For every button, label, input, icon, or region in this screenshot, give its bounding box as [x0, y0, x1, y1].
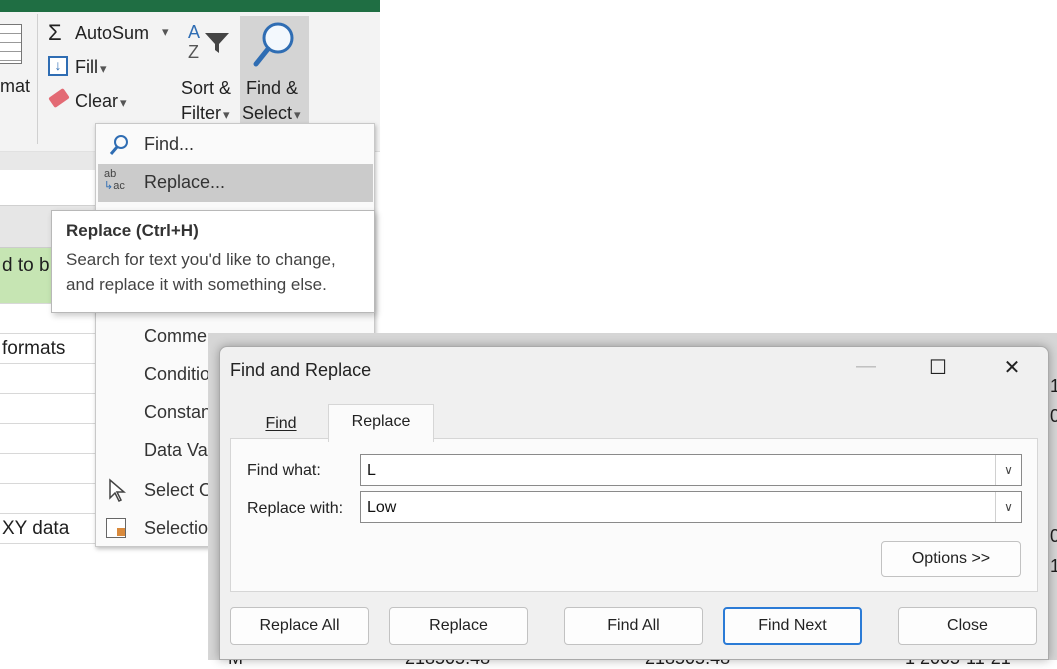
tooltip-body-line: and replace it with something else.	[66, 275, 327, 294]
tooltip-body: Search for text you'd like to change, an…	[66, 247, 360, 297]
find-select-label-2: Select	[242, 103, 293, 123]
find-what-label: Find what:	[247, 462, 321, 479]
sort-filter-label-2: Filter	[181, 103, 221, 123]
tab-replace[interactable]: Replace	[328, 404, 434, 442]
find-select-caret: ▾	[294, 107, 301, 122]
sheet-cell[interactable]	[0, 364, 96, 394]
sheet-cell[interactable]	[0, 394, 96, 424]
tooltip-title: Replace (Ctrl+H)	[66, 221, 199, 240]
replace-with-value: Low	[367, 499, 397, 516]
menu-item-label: Constan	[144, 402, 212, 422]
menu-item-label: Conditio	[144, 364, 211, 384]
minimize-button[interactable]: —	[846, 355, 886, 378]
clear-label: Clear	[75, 91, 119, 111]
dialog-title: Find and Replace	[230, 360, 372, 380]
menu-item-label: Select O	[144, 480, 214, 500]
sheet-cell-text: d to b	[2, 255, 50, 276]
formula-bar-gap	[0, 152, 95, 172]
maximize-button[interactable]: ☐	[918, 355, 958, 380]
background-cell: 0	[1050, 526, 1057, 546]
sigma-icon: Σ	[48, 20, 62, 45]
fill-caret: ▾	[100, 61, 107, 76]
clear-caret: ▾	[120, 95, 127, 110]
autosum-dropdown-caret[interactable]: ▾	[162, 24, 169, 40]
background-cell: 1	[1050, 376, 1057, 396]
menu-item-label: Find...	[144, 134, 195, 154]
tooltip-body-line: Search for text you'd like to change,	[66, 250, 336, 269]
sheet-cell-formats[interactable]: formats	[0, 334, 96, 364]
menu-item-label: Comme	[144, 326, 208, 346]
find-next-button[interactable]: Find Next	[723, 607, 862, 645]
menu-item-label: Replace...	[144, 172, 226, 192]
replace-icon: ab ↳ac	[104, 168, 125, 192]
background-cell: 1	[1050, 556, 1057, 576]
find-all-button[interactable]: Find All	[564, 607, 703, 645]
find-replace-dialog: Find and Replace — ☐ ✕ Find Replace Find…	[219, 346, 1049, 660]
replace-tooltip: Replace (Ctrl+H) Search for text you'd l…	[51, 210, 375, 313]
sheet-cell[interactable]	[0, 484, 96, 514]
menu-item-label: Selectio	[144, 518, 209, 538]
tab-replace-label: Replace	[351, 413, 411, 430]
find-select-label-1: Find &	[246, 78, 299, 98]
background-cell: 0	[1050, 406, 1057, 426]
replace-all-button[interactable]: Replace All	[230, 607, 369, 645]
chevron-down-icon[interactable]: ∨	[995, 492, 1021, 522]
ribbon-group-divider	[37, 14, 38, 144]
sort-filter-icon: A Z	[186, 22, 232, 66]
magnifier-icon	[253, 22, 294, 67]
magnifier-icon	[109, 135, 128, 155]
tab-find[interactable]: Find	[234, 407, 328, 441]
autosum-button[interactable]: AutoSum	[75, 23, 149, 44]
clear-button[interactable]: Clear ▾	[75, 91, 127, 112]
format-icon[interactable]	[0, 24, 22, 64]
chevron-down-icon[interactable]: ∨	[995, 455, 1021, 485]
tab-find-text: Find	[265, 415, 297, 432]
find-what-value: L	[367, 462, 376, 479]
replace-with-field[interactable]: Low ∨	[360, 491, 1022, 523]
menu-item-find[interactable]: Find...	[96, 126, 374, 164]
tab-find-label: Find	[265, 415, 296, 432]
menu-item-label: Data Va	[144, 440, 208, 460]
sort-filter-caret: ▾	[223, 107, 230, 122]
cursor-arrow-icon	[109, 478, 126, 502]
sort-filter-button[interactable]: Sort & Filter ▾	[181, 76, 231, 127]
fill-label: Fill	[75, 57, 98, 77]
name-box-area	[0, 170, 96, 206]
format-button-label[interactable]: mat	[0, 76, 30, 97]
close-x-button[interactable]: ✕	[992, 355, 1032, 380]
replace-with-label: Replace with:	[247, 500, 344, 517]
ribbon-title-bar	[0, 0, 380, 12]
find-select-label: Find & Select ▾	[242, 76, 301, 127]
find-what-field[interactable]: L ∨	[360, 454, 1022, 486]
sheet-cell-text: XY data	[2, 518, 70, 539]
sheet-cell-xy[interactable]: XY data	[0, 514, 96, 544]
replace-tab-panel: Find what: L ∨ Replace with: Low ∨ Optio…	[230, 438, 1038, 592]
fill-down-icon: ↓	[48, 56, 68, 76]
fill-button[interactable]: Fill ▾	[75, 57, 107, 78]
close-button[interactable]: Close	[898, 607, 1037, 645]
sort-filter-label-1: Sort &	[181, 78, 232, 98]
sheet-cell[interactable]	[0, 454, 96, 484]
menu-item-replace[interactable]: ab ↳ac Replace...	[98, 164, 373, 202]
sheet-cell-text: formats	[2, 338, 66, 359]
options-button[interactable]: Options >>	[881, 541, 1021, 577]
replace-button[interactable]: Replace	[389, 607, 528, 645]
selection-pane-icon	[106, 518, 126, 538]
sheet-cell[interactable]	[0, 424, 96, 454]
